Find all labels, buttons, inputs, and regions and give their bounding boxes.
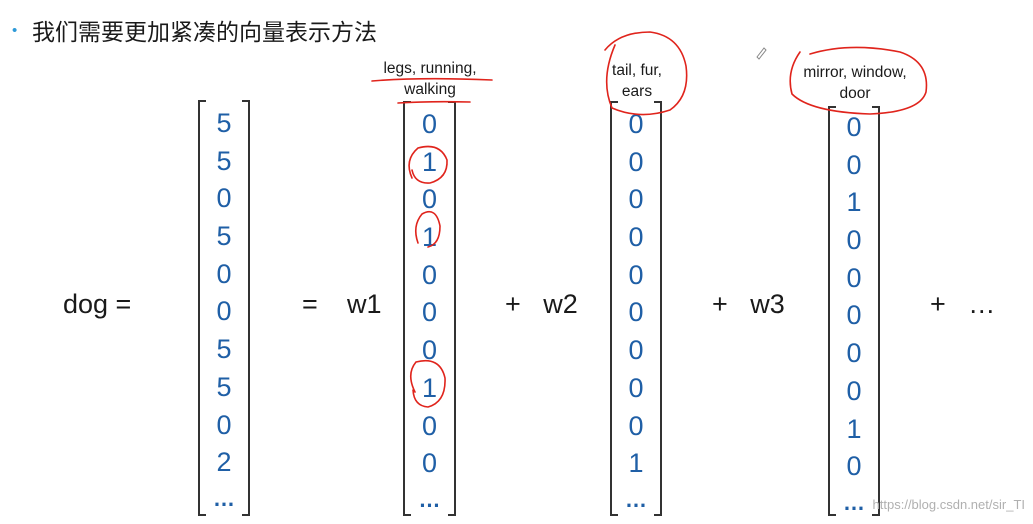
dog-value: 0 — [216, 183, 232, 214]
v3-value: 0 — [846, 262, 862, 293]
v3-value: 0 — [846, 451, 862, 482]
dog-value: 0 — [216, 409, 232, 440]
dog-value: … — [213, 485, 235, 511]
v1-label-line1: legs, running, — [383, 60, 477, 77]
v2-value: 1 — [628, 448, 644, 479]
v3-label-line1: mirror, window, — [803, 64, 907, 81]
dog-value: 0 — [216, 258, 232, 289]
v3-value: 0 — [846, 375, 862, 406]
v1-value: 0 — [421, 109, 438, 139]
v2-value: 0 — [628, 372, 644, 403]
v1-value: 1 — [421, 372, 438, 403]
v3-value: 0 — [846, 338, 862, 369]
v2-value: … — [625, 486, 647, 512]
v2-feature-label: tail, fur, ears — [592, 60, 682, 102]
v3-value: 0 — [846, 112, 862, 142]
equals-sign: = — [302, 289, 318, 319]
v3-value: 0 — [846, 149, 862, 180]
dog-value: 2 — [216, 447, 232, 478]
v1-value: 0 — [421, 259, 438, 290]
v2-label-line1: tail, fur, — [612, 62, 662, 79]
trailing-ellipsis: + … — [930, 289, 996, 319]
v2-value: 0 — [628, 259, 644, 290]
v3-value: 1 — [846, 187, 862, 218]
pen-cursor-icon — [756, 47, 767, 60]
dog-value: 5 — [216, 371, 232, 402]
dog-vector: 5 5 0 5 0 0 5 5 0 2 … — [198, 100, 250, 516]
v1-value: 0 — [421, 335, 438, 366]
v1-value: 1 — [421, 222, 438, 253]
v3-value: 0 — [846, 300, 862, 331]
lhs-label: dog = — [63, 289, 132, 319]
v1-value: 0 — [421, 184, 438, 215]
watermark: https://blog.csdn.net/sir_TI — [872, 497, 1025, 512]
v3-vector: 0 0 1 0 0 0 0 0 1 0… — [828, 106, 880, 516]
v2-vector-values: 0 0 0 0 0 0 0 0 0 1 … — [610, 106, 662, 521]
dog-value: 5 — [216, 334, 232, 365]
v3-value: 0 — [846, 225, 862, 256]
w2-label: + w2 — [505, 289, 578, 319]
v1-value: 0 — [421, 410, 438, 441]
dog-vector-values: 5 5 0 5 0 0 5 5 0 2 … — [198, 105, 250, 520]
v2-value: 0 — [628, 109, 644, 139]
v1-value: 0 — [421, 297, 438, 328]
v2-label-line2: ears — [621, 83, 653, 100]
v2-value: 0 — [628, 410, 644, 441]
v3-label-line2: door — [839, 85, 871, 102]
v1-label-line2: walking — [404, 81, 456, 98]
v1-value: … — [418, 486, 441, 512]
v3-value: 1 — [846, 413, 862, 444]
v1-vector: 0 1 0 1 0 0 0 1 0 0 … — [403, 101, 456, 516]
v2-value: 0 — [628, 335, 644, 366]
v1-feature-label: legs, running, walking — [365, 58, 495, 100]
v2-value: 0 — [628, 222, 644, 253]
v2-vector: 0 0 0 0 0 0 0 0 0 1 … — [610, 101, 662, 516]
dog-value: 0 — [216, 296, 232, 327]
dog-value: 5 — [216, 108, 232, 138]
v2-value: 0 — [628, 146, 644, 177]
slide-title: 我们需要更加紧凑的向量表示方法 — [32, 19, 377, 45]
title-bullet: • — [12, 22, 18, 39]
w3-label: + w3 — [712, 289, 785, 319]
v1-vector-values: 0 1 0 1 0 0 0 1 0 0 … — [403, 106, 456, 521]
v1-value: 1 — [421, 146, 438, 177]
dog-value: 5 — [216, 221, 232, 252]
w1-label: w1 — [347, 289, 382, 319]
v2-value: 0 — [628, 297, 644, 328]
v2-value: 0 — [628, 184, 644, 215]
v3-feature-label: mirror, window, door — [780, 62, 930, 104]
v3-vector-values: 0 0 1 0 0 0 0 0 1 0… — [828, 109, 880, 524]
dog-value: 5 — [216, 145, 232, 176]
v1-value: 0 — [421, 448, 438, 479]
